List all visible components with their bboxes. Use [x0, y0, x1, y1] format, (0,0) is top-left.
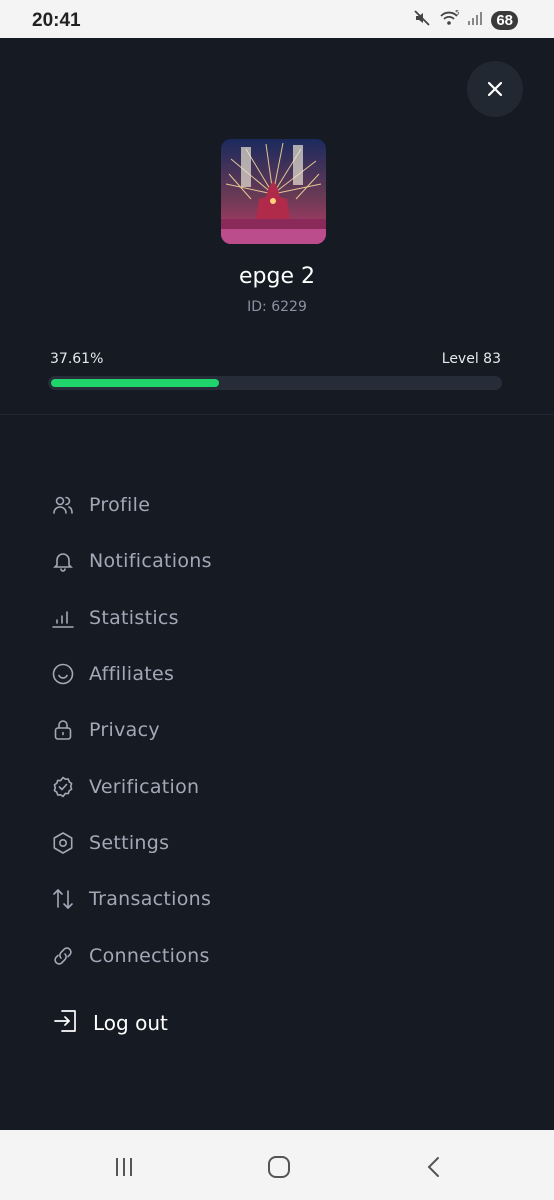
battery-icon: 68: [491, 10, 518, 30]
username: epge 2: [239, 264, 315, 289]
account-menu: Profile Notifications Statistics Affilia…: [0, 477, 554, 984]
close-icon: [487, 81, 503, 97]
level-progress-fill: [51, 379, 220, 387]
menu-item-label: Privacy: [89, 719, 160, 742]
smile-icon: [51, 662, 75, 686]
badge-check-icon: [51, 775, 75, 799]
menu-item-settings[interactable]: Settings: [0, 815, 554, 871]
back-icon: [427, 1157, 439, 1177]
menu-item-label: Connections: [89, 944, 210, 967]
link-icon: [51, 944, 75, 968]
menu-item-label: Verification: [89, 775, 200, 798]
bell-icon: [51, 549, 75, 573]
menu-item-profile[interactable]: Profile: [0, 477, 554, 533]
divider: [0, 414, 554, 415]
lock-icon: [51, 718, 75, 742]
logout-icon: [53, 1008, 79, 1038]
menu-item-privacy[interactable]: Privacy: [0, 702, 554, 758]
menu-item-label: Notifications: [89, 550, 212, 573]
close-button[interactable]: [467, 61, 523, 117]
menu-item-label: Affiliates: [89, 663, 175, 686]
system-nav-bar: [0, 1130, 554, 1200]
home-icon: [268, 1156, 290, 1178]
arrows-updown-icon: [51, 887, 75, 911]
users-icon: [51, 493, 75, 517]
recent-apps-icon: [116, 1158, 132, 1176]
menu-item-label: Statistics: [89, 606, 179, 629]
menu-item-transactions[interactable]: Transactions: [0, 871, 554, 927]
wifi-icon: 5: [439, 9, 460, 31]
menu-item-statistics[interactable]: Statistics: [0, 590, 554, 646]
progress-percentage: 37.61%: [50, 351, 104, 367]
recent-apps-button[interactable]: [109, 1152, 139, 1182]
menu-item-verification[interactable]: Verification: [0, 758, 554, 814]
user-id: ID: 6229: [247, 299, 307, 315]
bar-chart-icon: [51, 606, 75, 630]
settings-hexagon-icon: [51, 831, 75, 855]
avatar[interactable]: [221, 139, 326, 244]
logout-label: Log out: [93, 1011, 168, 1035]
account-menu-panel: epge 2 ID: 6229 37.61% Level 83 Profile …: [0, 38, 554, 1130]
signal-icon: [467, 10, 483, 30]
level-progress-bar: [48, 376, 502, 390]
menu-item-label: Profile: [89, 494, 151, 517]
back-button[interactable]: [419, 1152, 449, 1182]
menu-item-affiliates[interactable]: Affiliates: [0, 646, 554, 702]
logout-button[interactable]: Log out: [53, 1008, 168, 1038]
home-button[interactable]: [264, 1152, 294, 1182]
svg-text:5: 5: [455, 9, 459, 17]
level-label: Level 83: [441, 351, 501, 367]
status-icons: 5 68: [413, 8, 518, 32]
status-bar: 20:41 5 68: [0, 0, 554, 38]
mute-icon: [413, 9, 431, 31]
menu-item-label: Transactions: [89, 888, 212, 911]
menu-item-notifications[interactable]: Notifications: [0, 533, 554, 589]
status-time: 20:41: [32, 10, 81, 31]
menu-item-connections[interactable]: Connections: [0, 927, 554, 983]
menu-item-label: Settings: [89, 831, 170, 854]
